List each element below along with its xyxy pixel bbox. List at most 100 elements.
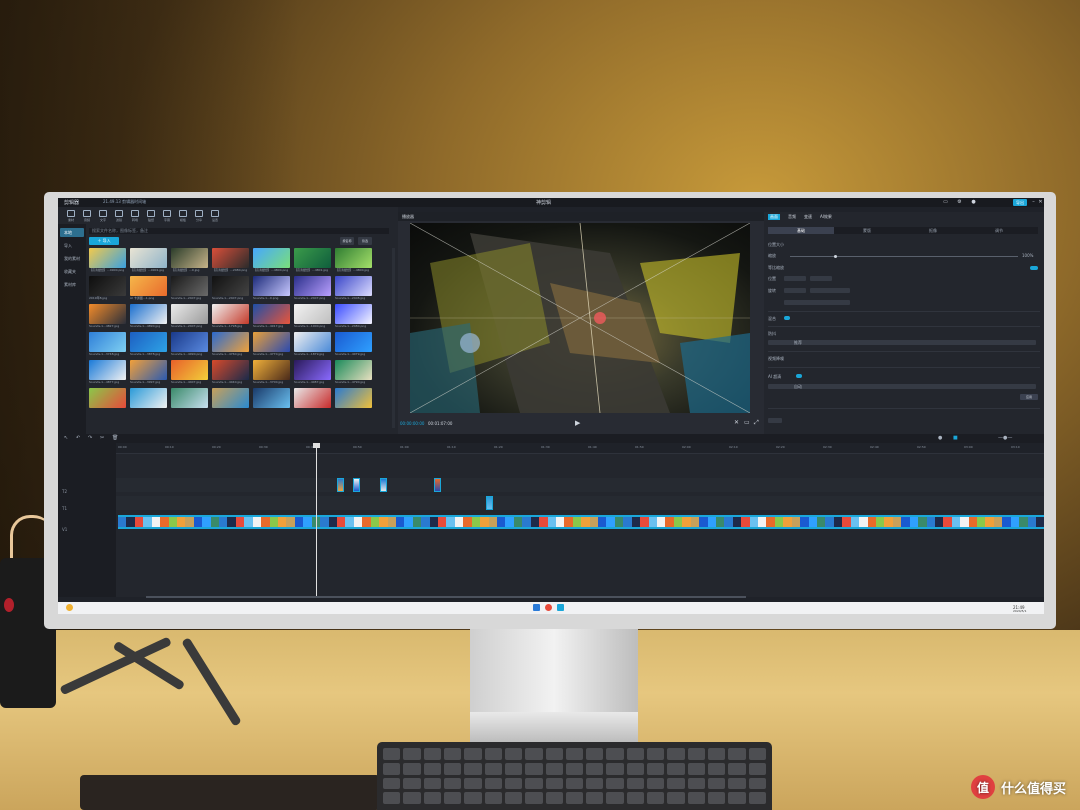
export-button[interactable]: 导出 — [1013, 199, 1027, 206]
property-subtab[interactable]: 基础 — [768, 227, 834, 234]
toolbar-item[interactable]: 文字 — [96, 209, 110, 222]
media-item[interactable]: Sounds-1...4890.jpg — [130, 304, 167, 329]
sidenav-item[interactable]: 收藏夹 — [60, 267, 84, 276]
media-item[interactable] — [89, 388, 126, 413]
ratio-icon[interactable]: ▭ — [744, 419, 750, 426]
blend-toggle[interactable] — [784, 316, 790, 320]
media-item[interactable]: 【高清壁纸】...4800.jpg — [335, 248, 372, 273]
property-tab[interactable]: 画面 — [768, 214, 780, 220]
chrome-icon[interactable] — [545, 604, 552, 611]
property-tab[interactable]: 变速 — [804, 214, 812, 220]
media-item[interactable]: Sounds-1...3878.jpg — [130, 332, 167, 357]
media-item[interactable]: Sounds-1...4087.jpg — [294, 360, 331, 385]
media-item[interactable] — [130, 388, 167, 413]
ai-enhance-select[interactable] — [768, 384, 1036, 389]
media-item[interactable]: Sounds-1...1798.jpg — [212, 304, 249, 329]
flip-buttons[interactable] — [784, 300, 850, 305]
track-lane[interactable] — [116, 478, 1044, 492]
fullscreen-icon[interactable]: ⤢ — [754, 419, 759, 427]
timeline-clip[interactable] — [380, 478, 387, 492]
scale-slider[interactable] — [790, 256, 1018, 257]
scale-slider-knob[interactable] — [834, 255, 837, 258]
sidenav-item[interactable]: 我的素材 — [60, 254, 84, 263]
media-item[interactable]: Sounds-1...2407.png — [171, 304, 208, 329]
toolbar-item[interactable]: 素材 — [64, 209, 78, 222]
media-item[interactable]: Sounds-1...2480.png — [335, 304, 372, 329]
media-item[interactable]: Sounds-1...2407.png — [212, 276, 249, 301]
start-icon[interactable] — [533, 604, 540, 611]
media-item[interactable] — [212, 388, 249, 413]
weather-icon[interactable] — [66, 604, 73, 611]
media-item[interactable]: Sounds-1...4877.jpg — [89, 360, 126, 385]
close-icon[interactable]: ✕ — [1037, 199, 1044, 205]
media-item[interactable]: Sounds-1...2407.png — [294, 276, 331, 301]
media-item[interactable]: Sounds-1...4760.jpg — [212, 332, 249, 357]
media-item[interactable]: Sounds-1...4917.jpg — [253, 304, 290, 329]
property-tab[interactable]: 音频 — [788, 214, 796, 220]
playhead[interactable] — [313, 443, 320, 598]
toolbar-item[interactable]: 分享 — [192, 209, 206, 222]
undo-icon[interactable]: ↶ — [76, 435, 80, 441]
media-item[interactable]: Sounds-1...2408.jpg — [335, 276, 372, 301]
media-item[interactable]: Sounds-1...2407.jpg — [171, 276, 208, 301]
sort-button[interactable]: 按名称 — [340, 237, 354, 245]
filter-button[interactable]: 筛选 — [358, 237, 372, 245]
search-input[interactable]: 搜索文件名称，图像标签，备注 — [89, 228, 389, 234]
stabilize-select[interactable] — [768, 340, 1036, 345]
property-subtab[interactable]: 调节 — [966, 227, 1032, 234]
timeline-clip[interactable] — [337, 478, 344, 492]
app-icon[interactable] — [557, 604, 564, 611]
media-item[interactable] — [171, 388, 208, 413]
media-item[interactable]: Sounds-1...4079.jpg — [335, 332, 372, 357]
toolbar-item[interactable]: 音频 — [80, 209, 94, 222]
media-item[interactable] — [253, 388, 290, 413]
property-subtab[interactable]: 蒙版 — [834, 227, 900, 234]
magnet-icon[interactable]: ■ — [953, 435, 958, 441]
import-button[interactable]: ＋ 导入 — [89, 237, 119, 245]
media-item[interactable]: 【高清壁纸】...4800.png — [253, 248, 290, 273]
apply-button[interactable]: 应用 — [1020, 394, 1038, 400]
delete-icon[interactable]: 🗑 — [112, 435, 118, 441]
position-x-field[interactable] — [784, 276, 806, 281]
toolbar-item[interactable]: 模板 — [176, 209, 190, 222]
main-video-track[interactable] — [118, 515, 1044, 529]
track-lane[interactable] — [116, 496, 1044, 510]
align-buttons[interactable] — [810, 288, 850, 293]
media-item[interactable]: 【高清壁纸】...2480.png — [212, 248, 249, 273]
media-item[interactable]: 【高清壁纸】...0901.jpg — [130, 248, 167, 273]
media-item[interactable] — [294, 388, 331, 413]
user-icon[interactable]: ● — [970, 199, 977, 205]
media-item[interactable]: AI 卡通图...1.png — [130, 276, 167, 301]
play-icon[interactable]: ▶ — [575, 419, 580, 427]
toolbar-item[interactable]: 贴纸 — [144, 209, 158, 222]
media-item[interactable]: Sounds-1...4827.jpg — [89, 304, 126, 329]
timeline-clip[interactable] — [353, 478, 360, 492]
preview-frame[interactable] — [410, 223, 750, 413]
ai-enhance-toggle[interactable] — [796, 374, 802, 378]
media-item[interactable]: Sounds-1...4770.jpg — [253, 332, 290, 357]
property-tab[interactable]: AI效果 — [820, 214, 832, 220]
timeline-clip[interactable] — [434, 478, 441, 492]
split-icon[interactable]: ✂ — [100, 435, 104, 441]
media-item[interactable]: Sounds-1...3997.jpg — [130, 360, 167, 385]
layout-icon[interactable]: ▭ — [942, 199, 949, 205]
media-item[interactable]: Sounds-1...1879.jpg — [294, 332, 331, 357]
media-item[interactable]: Sounds-1...3700.jpg — [253, 360, 290, 385]
minimize-icon[interactable]: – — [1030, 199, 1037, 205]
media-item[interactable]: 2019年8.jpg — [89, 276, 126, 301]
media-item[interactable]: Sounds-1...4790.jpg — [335, 360, 372, 385]
select-icon[interactable]: ↖ — [64, 435, 68, 441]
media-item[interactable]: Sounds-1...3748.jpg — [89, 332, 126, 357]
timeline-clip[interactable] — [486, 496, 493, 510]
rotate-field[interactable] — [784, 288, 806, 293]
sidenav-item[interactable]: 素材库 — [60, 280, 84, 289]
crop-icon[interactable]: ✕ — [734, 419, 739, 426]
property-subtab[interactable]: 抠像 — [900, 227, 966, 234]
redo-icon[interactable]: ↷ — [88, 435, 92, 441]
scrollbar[interactable] — [392, 248, 395, 428]
media-item[interactable]: 【高清壁纸】...0900.png — [89, 248, 126, 273]
toolbar-item[interactable]: 字幕 — [160, 209, 174, 222]
timeline-scrollbar[interactable] — [146, 596, 746, 598]
media-item[interactable]: Sounds-1...1000.png — [294, 304, 331, 329]
toolbar-item[interactable]: 设置 — [208, 209, 222, 222]
